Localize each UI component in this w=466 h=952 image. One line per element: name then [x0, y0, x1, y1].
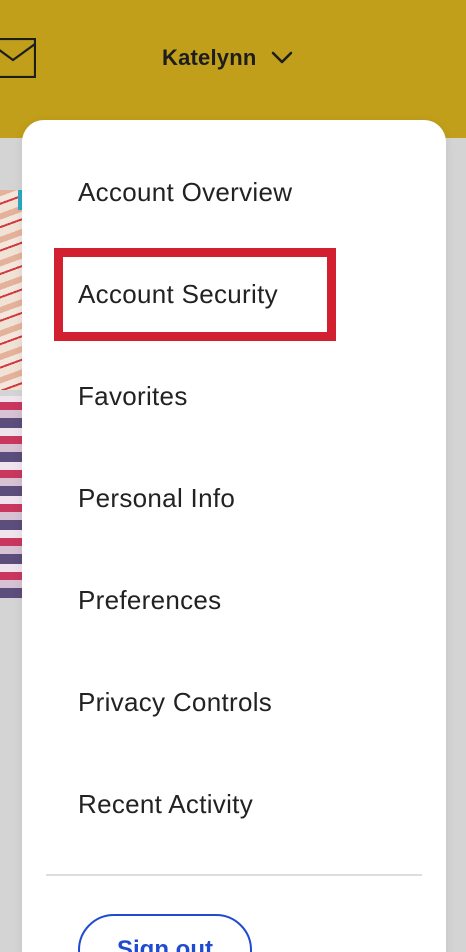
menu-item-recent-activity[interactable]: Recent Activity — [78, 784, 253, 824]
menu-divider — [46, 874, 422, 876]
menu-item-favorites[interactable]: Favorites — [78, 376, 188, 416]
menu-item-privacy-controls[interactable]: Privacy Controls — [78, 682, 272, 722]
product-thumbnail[interactable] — [0, 396, 24, 598]
menu-item-personal-info[interactable]: Personal Info — [78, 478, 235, 518]
sign-out-button[interactable]: Sign out — [78, 914, 252, 952]
account-dropdown-menu: Account Overview Account Security Favori… — [22, 120, 446, 952]
user-menu-toggle[interactable]: Katelynn — [162, 42, 293, 74]
highlight-annotation-box — [54, 248, 336, 341]
page: Katelynn Account Overview Account Securi… — [0, 0, 466, 952]
menu-item-account-overview[interactable]: Account Overview — [78, 172, 292, 212]
chevron-down-icon — [271, 51, 292, 64]
envelope-icon[interactable] — [0, 38, 36, 78]
user-name: Katelynn — [162, 45, 257, 70]
product-thumbnail[interactable] — [0, 190, 24, 390]
menu-item-preferences[interactable]: Preferences — [78, 580, 221, 620]
top-header: Katelynn — [0, 0, 466, 138]
